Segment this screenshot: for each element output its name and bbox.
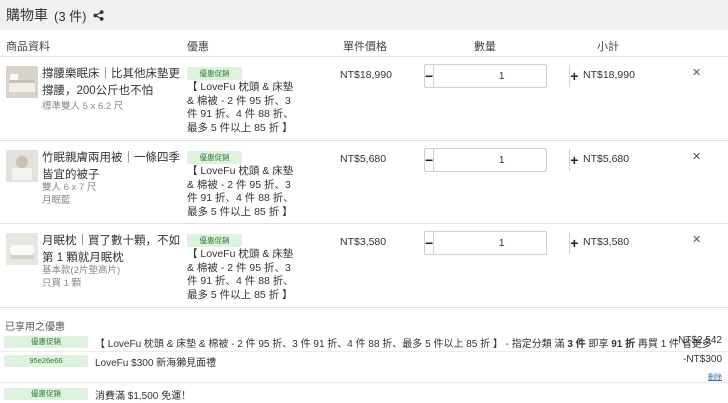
unit-price: NT$5,680	[340, 153, 387, 165]
promo-text: 【 LoveFu 枕頭 & 床墊 & 棉被 - 2 件 95 折、3 件 91 …	[187, 248, 294, 301]
discount-rate: 91 折	[611, 339, 636, 350]
close-icon[interactable]: ✕	[692, 233, 701, 246]
discount-badge: 優惠促銷	[4, 388, 88, 400]
discount-description: LoveFu $300 新海獺見面禮	[95, 358, 217, 369]
discount-amount: -NT$300	[683, 354, 722, 365]
applied-discount: 95e26e66 LoveFu $300 新海獺見面禮 -NT$300	[0, 352, 728, 370]
discount-description: 消費滿 $1,500 免運！	[95, 391, 192, 402]
cart-item: 撐腰樂眠床｜比其他床墊更撐腰，200公斤也不怕 標準雙人 5 x 6.2 尺 優…	[0, 57, 728, 139]
applied-discount: 優惠促銷 【 LoveFu 枕頭 & 床墊 & 棉被 - 2 件 95 折、3 …	[0, 333, 728, 351]
share-icon[interactable]	[92, 9, 104, 21]
product-variant: 基本款(2片墊高片)	[42, 265, 121, 276]
quantity-input[interactable]	[434, 149, 570, 171]
product-color: 月眠藍	[42, 195, 71, 206]
column-subtotal: 小計	[597, 41, 619, 53]
divider	[0, 307, 728, 308]
discount-text: 即享	[585, 339, 612, 350]
column-quantity: 數量	[474, 41, 496, 53]
cart-header: 購物車 (3 件)	[0, 0, 728, 30]
cart-count: (3 件)	[54, 8, 87, 24]
decrease-button[interactable]: −	[425, 149, 435, 171]
product-variant: 標準雙人 5 x 6.2 尺	[42, 101, 124, 112]
cart-item: 月眠枕｜買了數十顆，不如第 1 顆就月眠枕 基本款(2片墊高片) 只買 1 顆 …	[0, 224, 728, 306]
discount-amount: -NT$2,542	[674, 335, 722, 346]
product-name[interactable]: 竹眠親膚兩用被｜一條四季皆宜的被子	[42, 150, 182, 184]
discount-badge: 優惠促銷	[4, 336, 88, 348]
product-thumbnail[interactable]	[6, 66, 38, 98]
quantity-input[interactable]	[434, 65, 570, 87]
item-subtotal: NT$18,990	[583, 69, 635, 81]
quantity-input[interactable]	[434, 232, 570, 254]
column-promo: 優惠	[187, 41, 209, 53]
column-unit-price: 單件價格	[343, 41, 387, 53]
product-name[interactable]: 月眠枕｜買了數十顆，不如第 1 顆就月眠枕	[42, 233, 182, 267]
discount-threshold: 3 件	[567, 339, 586, 350]
discount-description: 【 LoveFu 枕頭 & 床墊 & 棉被 - 2 件 95 折、3 件 91 …	[95, 335, 712, 350]
increase-button[interactable]: +	[569, 232, 578, 254]
decrease-button[interactable]: −	[425, 65, 435, 87]
product-variant: 雙人 6 x 7 尺	[42, 182, 97, 193]
product-option: 只買 1 顆	[42, 278, 82, 289]
close-icon[interactable]: ✕	[692, 66, 701, 79]
quantity-stepper: − +	[424, 148, 578, 172]
coupon-code-badge: 95e26e66	[4, 355, 88, 367]
promo-badge: 優惠促銷	[187, 67, 242, 80]
increase-button[interactable]: +	[569, 65, 578, 87]
promo-badge: 優惠促銷	[187, 151, 242, 164]
promo-text: 【 LoveFu 枕頭 & 床墊 & 棉被 - 2 件 95 折、3 件 91 …	[187, 81, 294, 134]
product-name[interactable]: 撐腰樂眠床｜比其他床墊更撐腰，200公斤也不怕	[42, 66, 182, 100]
delete-coupon-link[interactable]: 刪除	[708, 372, 722, 382]
decrease-button[interactable]: −	[425, 232, 435, 254]
divider	[0, 382, 728, 383]
item-subtotal: NT$5,680	[583, 153, 630, 165]
quantity-stepper: − +	[424, 64, 578, 88]
product-thumbnail[interactable]	[6, 150, 38, 182]
page-title: 購物車	[6, 7, 48, 23]
promo-text: 【 LoveFu 枕頭 & 床墊 & 棉被 - 2 件 95 折、3 件 91 …	[187, 165, 294, 218]
promo-badge: 優惠促銷	[187, 234, 242, 247]
close-icon[interactable]: ✕	[692, 150, 701, 163]
increase-button[interactable]: +	[569, 149, 578, 171]
quantity-stepper: − +	[424, 231, 578, 255]
cart-item: 竹眠親膚兩用被｜一條四季皆宜的被子 雙人 6 x 7 尺 月眠藍 優惠促銷 【 …	[0, 141, 728, 223]
item-subtotal: NT$3,580	[583, 236, 630, 248]
applied-discount: 優惠促銷 消費滿 $1,500 免運！	[0, 385, 728, 403]
column-product: 商品資料	[6, 41, 50, 53]
discount-text: 【 LoveFu 枕頭 & 床墊 & 棉被 - 2 件 95 折、3 件 91 …	[95, 339, 568, 350]
unit-price: NT$3,580	[340, 236, 387, 248]
product-thumbnail[interactable]	[6, 233, 38, 265]
unit-price: NT$18,990	[340, 69, 392, 81]
applied-discounts-title: 已享用之優惠	[5, 322, 65, 333]
